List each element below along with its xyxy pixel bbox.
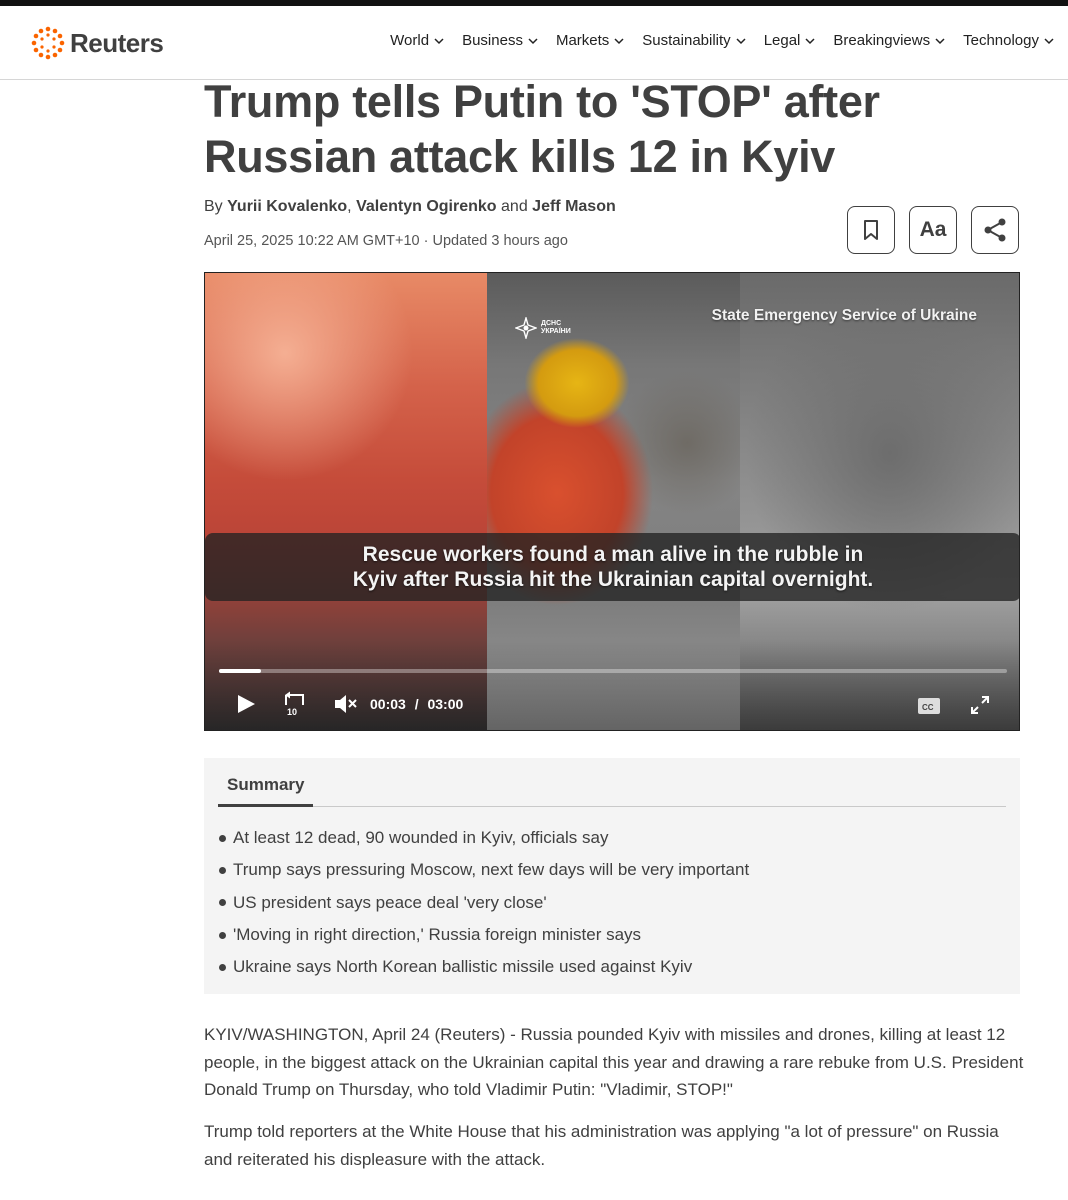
video-player[interactable]: ДСНС УКРАЇНИ State Emergency Service of … bbox=[204, 272, 1020, 731]
article-headline: Trump tells Putin to 'STOP' after Russia… bbox=[204, 76, 880, 182]
summary-divider bbox=[218, 806, 1006, 807]
bookmark-icon bbox=[864, 220, 878, 240]
chevron-down-icon bbox=[434, 37, 444, 44]
summary-list: At least 12 dead, 90 wounded in Kyiv, of… bbox=[218, 822, 749, 983]
summary-tab-indicator bbox=[218, 804, 313, 807]
article-paragraph: Trump told reporters at the White House … bbox=[204, 1122, 999, 1169]
summary-item-text: 'Moving in right direction,' Russia fore… bbox=[233, 924, 642, 944]
summary-item: At least 12 dead, 90 wounded in Kyiv, of… bbox=[218, 822, 749, 854]
video-progress-bar[interactable] bbox=[219, 669, 1007, 673]
mute-button[interactable] bbox=[333, 693, 359, 715]
chevron-down-icon bbox=[805, 37, 815, 44]
chevron-down-icon bbox=[528, 37, 538, 44]
nav-item-label: Technology bbox=[963, 32, 1039, 49]
author-link[interactable]: Valentyn Ogirenko bbox=[356, 198, 496, 215]
reuters-logo-icon bbox=[31, 26, 65, 60]
nav-item-world[interactable]: World bbox=[390, 32, 444, 49]
summary-item-text: US president says peace deal 'very close… bbox=[233, 892, 547, 912]
video-duration: 03:00 bbox=[427, 696, 464, 712]
chevron-down-icon bbox=[614, 37, 624, 44]
bullet bbox=[219, 899, 226, 907]
fullscreen-icon bbox=[971, 696, 989, 714]
summary-tab[interactable]: Summary bbox=[227, 775, 304, 795]
caption-line: Rescue workers found a man alive in the … bbox=[362, 543, 864, 566]
nav-item-technology[interactable]: Technology bbox=[963, 32, 1054, 49]
dsns-emblem-text: ДСНС УКРАЇНИ bbox=[541, 320, 571, 335]
video-time: 00:03 / 03:00 bbox=[370, 696, 463, 712]
closed-captions-icon: CC bbox=[918, 698, 940, 714]
nav-item-sustainability[interactable]: Sustainability bbox=[642, 32, 746, 49]
site-header: Reuters World Business Markets Sustainab… bbox=[0, 6, 1068, 80]
chevron-down-icon bbox=[736, 37, 746, 44]
caption-line: Kyiv after Russia hit the Ukrainian capi… bbox=[352, 568, 874, 591]
bullet bbox=[219, 931, 226, 939]
article-dateline: April 25, 2025 10:22 AM GMT+10 · Updated… bbox=[204, 233, 568, 249]
nav-item-legal[interactable]: Legal bbox=[764, 32, 816, 49]
fullscreen-button[interactable] bbox=[970, 695, 990, 715]
reuters-logo[interactable]: Reuters bbox=[30, 24, 164, 62]
summary-item: Trump says pressuring Moscow, next few d… bbox=[218, 854, 749, 886]
nav-item-breakingviews[interactable]: Breakingviews bbox=[833, 32, 945, 49]
dsns-emblem: ДСНС УКРАЇНИ bbox=[515, 317, 581, 339]
byline-prefix: By bbox=[204, 198, 223, 215]
nav-item-label: Markets bbox=[555, 32, 610, 49]
reuters-wordmark: Reuters bbox=[70, 27, 164, 58]
summary-item-text: At least 12 dead, 90 wounded in Kyiv, of… bbox=[233, 828, 609, 847]
author-link[interactable]: Yurii Kovalenko bbox=[227, 198, 347, 215]
nav-item-label: Business bbox=[462, 32, 523, 49]
chevron-down-icon bbox=[935, 37, 945, 44]
byline-separator: and bbox=[501, 198, 528, 215]
summary-box: Summary At least 12 dead, 90 wounded in … bbox=[204, 758, 1020, 994]
nav-item-business[interactable]: Business bbox=[462, 32, 538, 49]
video-time-separator: / bbox=[414, 696, 419, 712]
bullet bbox=[219, 963, 226, 971]
play-button[interactable] bbox=[235, 693, 257, 715]
muted-speaker-icon bbox=[335, 695, 357, 713]
play-icon bbox=[238, 695, 255, 713]
video-caption: Rescue workers found a man alive in the … bbox=[205, 533, 1019, 601]
video-source-credit: State Emergency Service of Ukraine bbox=[711, 307, 977, 324]
dsns-emblem-icon bbox=[515, 317, 537, 339]
captions-button[interactable]: CC bbox=[917, 697, 941, 715]
byline: By Yurii Kovalenko, Valentyn Ogirenko an… bbox=[204, 198, 616, 216]
byline-separator: , bbox=[347, 198, 352, 215]
video-current-time: 00:03 bbox=[370, 696, 406, 712]
rewind-seconds: 10 bbox=[287, 707, 297, 717]
summary-item: Ukraine says North Korean ballistic miss… bbox=[218, 951, 749, 983]
video-progress-fill bbox=[219, 669, 261, 673]
text-size-button[interactable]: Aa bbox=[909, 206, 957, 254]
article-paragraph: KYIV/WASHINGTON, April 24 (Reuters) - Ru… bbox=[204, 1025, 1024, 1099]
video-controls-bar bbox=[205, 640, 1019, 730]
nav-item-label: Sustainability bbox=[642, 32, 731, 49]
summary-item-text: Ukraine says North Korean ballistic miss… bbox=[233, 957, 693, 977]
bookmark-button[interactable] bbox=[847, 206, 895, 254]
nav-item-markets[interactable]: Markets bbox=[556, 32, 624, 49]
rewind-10-button[interactable]: 10 bbox=[283, 691, 309, 717]
nav-item-label: Legal bbox=[763, 32, 801, 49]
share-icon bbox=[984, 218, 1006, 242]
summary-item: 'Moving in right direction,' Russia fore… bbox=[218, 919, 749, 951]
cc-label: CC bbox=[922, 703, 934, 712]
share-button[interactable] bbox=[971, 206, 1019, 254]
author-link[interactable]: Jeff Mason bbox=[532, 198, 616, 215]
nav-item-label: World bbox=[390, 32, 430, 49]
chevron-down-icon bbox=[1044, 37, 1054, 44]
nav-item-label: Breakingviews bbox=[833, 32, 931, 49]
bullet bbox=[219, 834, 226, 842]
bullet bbox=[219, 866, 226, 874]
rewind-10-icon: 10 bbox=[285, 691, 304, 717]
main-nav: World Business Markets Sustainability Le… bbox=[372, 32, 1054, 49]
summary-item: US president says peace deal 'very close… bbox=[218, 887, 749, 919]
summary-item-text: Trump says pressuring Moscow, next few d… bbox=[233, 860, 750, 880]
